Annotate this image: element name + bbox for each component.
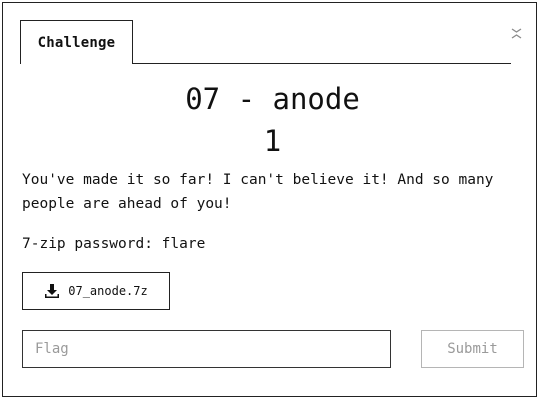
download-file-button[interactable]: 07_anode.7z	[22, 272, 170, 310]
challenge-description: You've made it so far! I can't believe i…	[22, 172, 494, 212]
flag-input[interactable]	[22, 330, 391, 368]
submit-button[interactable]: Submit	[421, 330, 524, 368]
tab-bar: Challenge	[20, 20, 511, 64]
challenge-points: 1	[263, 124, 282, 158]
challenge-modal: Challenge 07 - anode 1 You've made it so…	[2, 2, 537, 397]
close-icon[interactable]	[510, 27, 523, 40]
download-filename: 07_anode.7z	[68, 284, 148, 298]
download-icon	[45, 284, 60, 298]
tab-challenge[interactable]: Challenge	[20, 20, 133, 64]
close-icon-glyph	[511, 28, 522, 39]
zip-password-text: 7-zip password: flare	[22, 236, 206, 252]
challenge-title: 07 - anode	[185, 82, 360, 116]
